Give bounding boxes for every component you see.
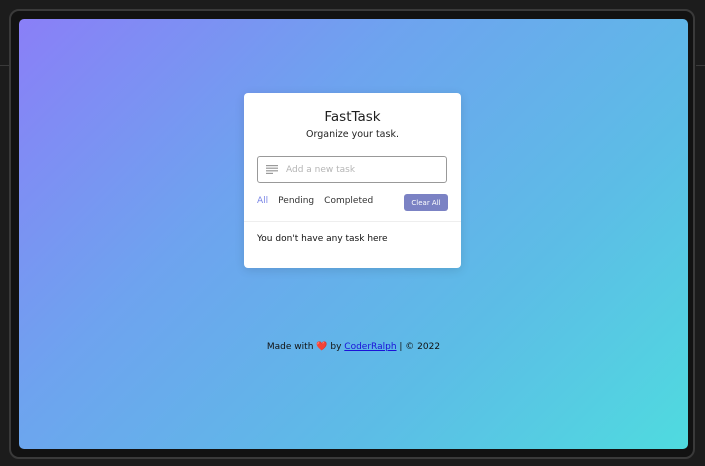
heart-icon: ❤️: [316, 342, 328, 352]
footer-copyright: | © 2022: [399, 342, 441, 352]
empty-task-message: You don't have any task here: [257, 234, 388, 244]
divider: [244, 221, 461, 222]
footer: Made with ❤️ by CoderRalph | © 2022: [19, 342, 688, 352]
footer-made-with: Made with: [266, 342, 314, 352]
frame-divider-left: [0, 65, 9, 66]
author-link[interactable]: CoderRalph: [344, 342, 396, 352]
clear-all-button[interactable]: Clear All: [404, 194, 448, 211]
app-subtitle: Organize your task.: [306, 129, 399, 140]
task-input[interactable]: [286, 164, 436, 175]
filter-tabs: All Pending Completed: [257, 196, 373, 206]
app-background: FastTask Organize your task. All Pending…: [19, 19, 688, 449]
footer-by: by: [330, 342, 342, 352]
filter-all-tab[interactable]: All: [257, 196, 268, 206]
notes-icon: [258, 165, 286, 174]
filter-pending-tab[interactable]: Pending: [278, 196, 314, 206]
frame-divider-right: [696, 65, 705, 66]
filter-completed-tab[interactable]: Completed: [324, 196, 373, 206]
task-input-container[interactable]: [257, 156, 447, 183]
app-title: FastTask: [324, 109, 381, 125]
todo-card: FastTask Organize your task. All Pending…: [244, 93, 461, 268]
